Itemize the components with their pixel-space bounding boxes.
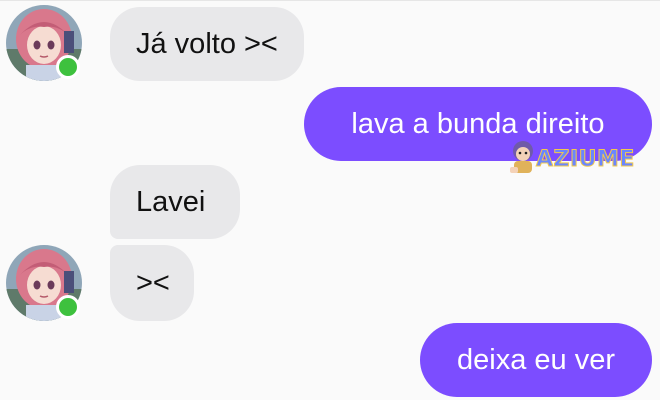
online-status-icon <box>56 295 80 319</box>
message-bubble-incoming[interactable]: >< <box>110 245 194 321</box>
message-text: deixa eu ver <box>457 343 615 376</box>
mascot-icon <box>510 141 533 173</box>
watermark-text: AZIUME <box>536 147 635 173</box>
contact-avatar[interactable] <box>6 245 82 321</box>
online-status-icon <box>56 55 80 79</box>
contact-avatar[interactable] <box>6 5 82 81</box>
message-text: Lavei <box>136 185 206 218</box>
chat-thread: Já volto >< lava a bunda direito AZIUME … <box>0 0 660 400</box>
message-bubble-incoming[interactable]: Lavei <box>110 165 240 239</box>
message-text: lava a bunda direito <box>351 107 605 140</box>
message-bubble-outgoing[interactable]: deixa eu ver <box>420 323 652 397</box>
watermark: AZIUME <box>506 137 646 177</box>
message-text: Já volto >< <box>136 27 278 60</box>
message-bubble-incoming[interactable]: Já volto >< <box>110 7 304 81</box>
message-text: >< <box>136 266 170 299</box>
